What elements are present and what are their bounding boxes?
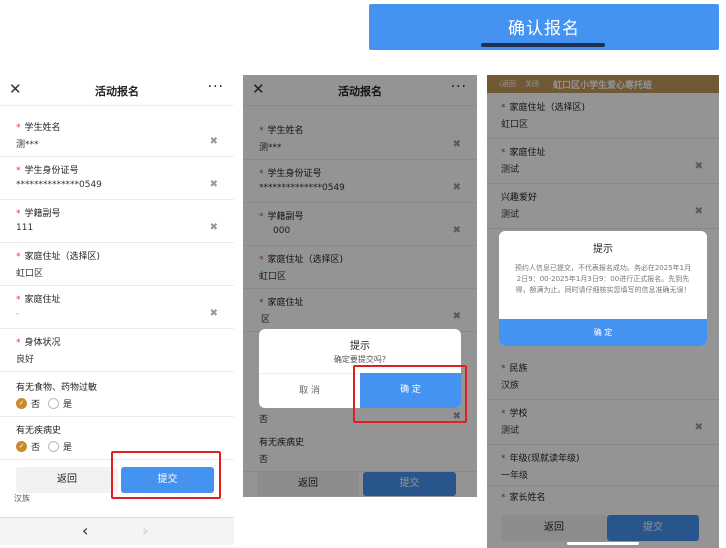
field-label: 家庭住址（选择区) bbox=[24, 252, 101, 262]
radio-label: 否 bbox=[31, 400, 41, 410]
clear-icon[interactable]: ✖ bbox=[210, 136, 218, 147]
field-school-id[interactable]: * 学籍副号 111 ✖ bbox=[0, 201, 234, 243]
confirm-banner-title: 确认报名 bbox=[508, 19, 580, 39]
success-dialog: 提示 预约人信息已提交，不代表报名成功。务必在2025年1月2日9：00-202… bbox=[499, 231, 707, 346]
s1-page-title: 活动报名 bbox=[95, 85, 139, 98]
radio-unchecked-icon[interactable] bbox=[48, 398, 60, 409]
field-student-name[interactable]: * 学生姓名 测*** ✖ bbox=[0, 115, 234, 157]
dialog-title: 提示 bbox=[350, 341, 370, 352]
dialog-message: 预约人信息已提交，不代表报名成功。务必在2025年1月2日9：00-2025年1… bbox=[514, 264, 692, 294]
screen-form: ✕ 活动报名 ··· * 学生姓名 测*** ✖ * 学生身份证号 ***********… bbox=[0, 75, 234, 545]
field-label: 身体状况 bbox=[24, 338, 61, 348]
radio-label: 否 bbox=[31, 443, 41, 453]
radio-checked-icon[interactable]: ✓ bbox=[16, 398, 27, 409]
field-label: 有无食物、药物过敏 bbox=[16, 383, 98, 393]
home-indicator bbox=[567, 542, 639, 545]
dialog-message: 确定要提交吗? bbox=[333, 355, 387, 364]
bottom-nav: ‹ › bbox=[0, 517, 234, 545]
banner-underline bbox=[481, 43, 605, 47]
field-value[interactable]: 测*** bbox=[16, 137, 39, 150]
confirm-banner[interactable]: 确认报名 bbox=[369, 4, 719, 50]
dialog-confirm-button[interactable]: 确 定 bbox=[499, 319, 707, 346]
field-value[interactable]: 虹口区 bbox=[16, 266, 43, 279]
screen-success: 〈返回 关闭 虹口区小学生爱心寒托班 * 家庭住址（选择区) 虹口区 * 家庭住址 测试… bbox=[487, 75, 719, 548]
field-id-number[interactable]: * 学生身份证号 **************0549 ✖ bbox=[0, 158, 234, 200]
field-value[interactable]: 111 bbox=[16, 223, 33, 233]
radio-label: 是 bbox=[63, 400, 73, 410]
field-allergy: 有无食物、药物过敏 ✓ 否 是 bbox=[0, 375, 234, 417]
field-label: 家庭住址 bbox=[24, 295, 61, 305]
field-health[interactable]: * 身体状况 良好 bbox=[0, 330, 234, 372]
highlight-box bbox=[353, 365, 467, 423]
field-district[interactable]: * 家庭住址（选择区) 虹口区 bbox=[0, 244, 234, 286]
field-value[interactable]: 良好 bbox=[16, 352, 34, 365]
field-label: 学生身份证号 bbox=[24, 166, 79, 176]
radio-checked-icon[interactable]: ✓ bbox=[16, 441, 27, 452]
clear-icon[interactable]: ✖ bbox=[210, 179, 218, 190]
nav-back-icon[interactable]: ‹ bbox=[82, 521, 88, 540]
dialog-cancel-button[interactable]: 取 消 bbox=[259, 373, 360, 408]
field-value[interactable]: - bbox=[16, 309, 19, 319]
nav-forward-icon[interactable]: › bbox=[142, 521, 148, 540]
s1-header: ✕ 活动报名 ··· bbox=[0, 75, 234, 106]
radio-label: 是 bbox=[63, 443, 73, 453]
highlight-box bbox=[111, 451, 221, 499]
dialog-title: 提示 bbox=[593, 244, 613, 255]
field-label: 学生姓名 bbox=[24, 123, 61, 133]
modal-overlay[interactable] bbox=[243, 75, 477, 497]
back-button[interactable]: 返回 bbox=[16, 467, 118, 493]
screen-confirm: ✕ 活动报名 ··· * 学生姓名 测*** ✖ * 学生身份证号 ***********… bbox=[243, 75, 477, 497]
field-label: 学籍副号 bbox=[24, 209, 61, 219]
field-label: 有无疾病史 bbox=[16, 426, 62, 436]
clear-icon[interactable]: ✖ bbox=[210, 308, 218, 319]
field-address[interactable]: * 家庭住址 - ✖ bbox=[0, 287, 234, 329]
clear-icon[interactable]: ✖ bbox=[210, 222, 218, 233]
more-icon[interactable]: ··· bbox=[208, 79, 224, 95]
radio-unchecked-icon[interactable] bbox=[48, 441, 60, 452]
field-value[interactable]: **************0549 bbox=[16, 180, 102, 190]
peek-value: 汉族 bbox=[14, 494, 30, 503]
